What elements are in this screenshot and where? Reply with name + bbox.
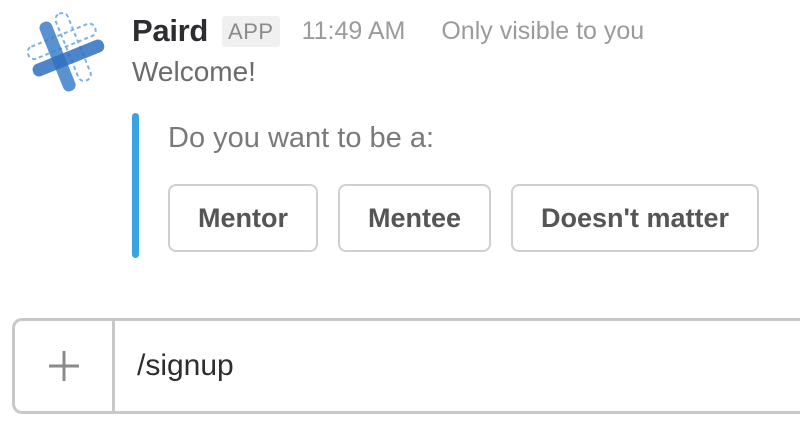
paird-logo-icon[interactable] [24,10,108,94]
message-text: Welcome! [132,56,256,87]
doesnt-matter-button[interactable]: Doesn't matter [511,184,759,252]
attachment-prompt: Do you want to be a: [168,122,434,154]
message-header: Paird APP 11:49 AM Only visible to you [132,10,644,52]
app-badge: APP [222,15,280,47]
message-input[interactable]: /signup [115,321,800,411]
plus-icon[interactable] [15,321,115,411]
sender-name[interactable]: Paird [132,13,208,49]
message-timestamp[interactable]: 11:49 AM [302,17,406,46]
mentee-button[interactable]: Mentee [338,184,491,252]
mentor-button[interactable]: Mentor [168,184,318,252]
attachment-actions: Mentor Mentee Doesn't matter [168,184,759,252]
attachment-accent-bar [132,113,139,258]
message-composer: /signup [12,318,800,414]
chat-view: Paird APP 11:49 AM Only visible to you W… [0,0,800,434]
visibility-note: Only visible to you [441,16,645,45]
